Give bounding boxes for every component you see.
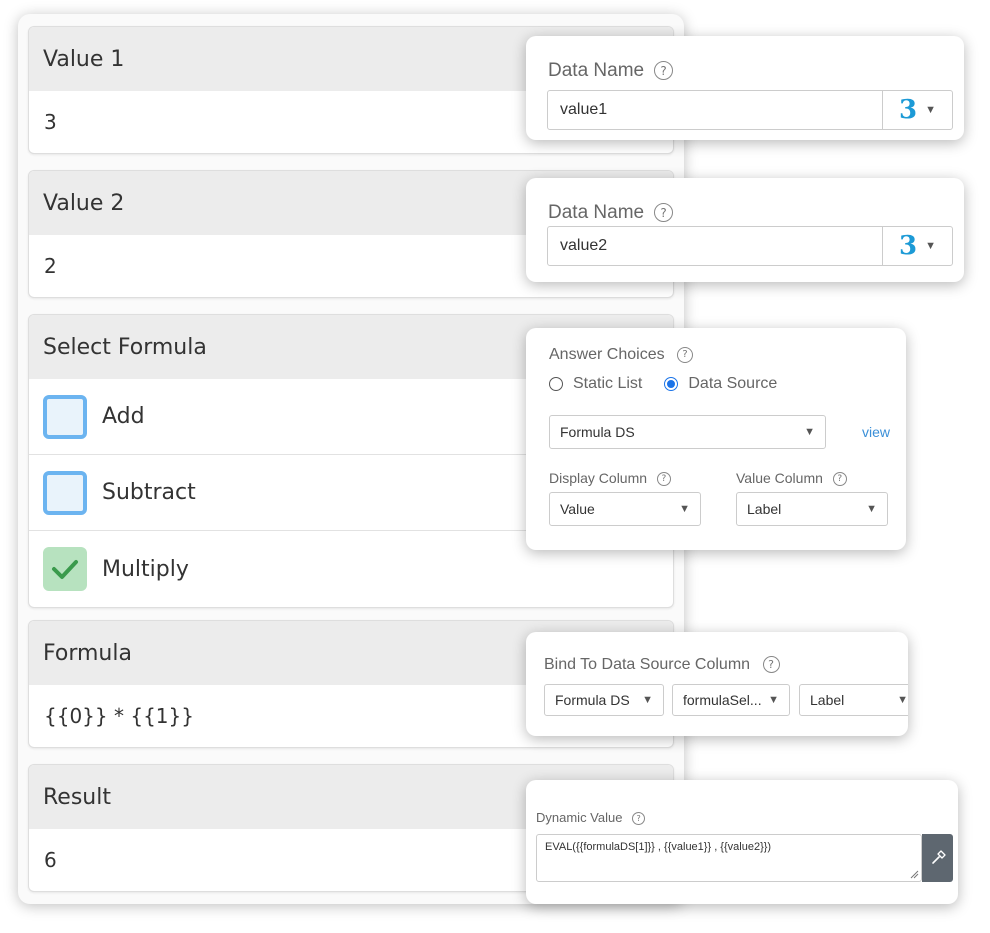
bind-datasource-label: Bind To Data Source Column bbox=[544, 656, 751, 673]
radio-data-source[interactable]: Data Source bbox=[664, 375, 777, 393]
check-icon bbox=[52, 560, 78, 579]
dynamic-value-textarea[interactable]: EVAL({{formulaDS[1]}} , {{value1}} , {{v… bbox=[536, 834, 922, 882]
display-column-label: Display Column bbox=[549, 470, 648, 486]
help-icon[interactable]: ? bbox=[654, 61, 674, 81]
bind-ds-select[interactable]: Formula DS ▼ bbox=[544, 684, 664, 716]
option-subtract-label: Subtract bbox=[102, 480, 196, 505]
display-column-value: Value bbox=[560, 501, 595, 517]
option-multiply-label: Multiply bbox=[102, 556, 189, 582]
value-column-label: Value Column bbox=[736, 470, 823, 486]
bind-ds-value: Formula DS bbox=[555, 692, 630, 708]
help-icon[interactable]: ? bbox=[632, 812, 646, 826]
radio-static-list[interactable]: Static List bbox=[549, 375, 642, 393]
variable-icon: 3 bbox=[899, 231, 918, 261]
chevron-down-icon: ▼ bbox=[866, 503, 877, 515]
expression-builder-button[interactable] bbox=[922, 834, 953, 882]
display-column-select[interactable]: Value ▼ bbox=[549, 492, 701, 526]
bind-column-value: Label bbox=[810, 692, 845, 708]
chevron-down-icon: ▼ bbox=[679, 503, 690, 515]
dynamic-value-panel: Dynamic Value ? EVAL({{formulaDS[1]}} , … bbox=[526, 780, 958, 904]
option-add-label: Add bbox=[102, 404, 145, 429]
datasource-select[interactable]: Formula DS ▼ bbox=[549, 415, 826, 449]
answer-choices-panel: Answer Choices ? Static List Data Source… bbox=[526, 328, 906, 550]
checkbox-subtract[interactable] bbox=[43, 470, 87, 515]
data-name-value-1[interactable]: value1 bbox=[548, 91, 882, 129]
help-icon[interactable]: ? bbox=[656, 472, 671, 487]
checkbox-multiply[interactable] bbox=[43, 547, 87, 591]
answer-choices-label: Answer Choices bbox=[549, 346, 665, 363]
chevron-down-icon: ▼ bbox=[925, 104, 936, 116]
data-name-field-1[interactable]: value1 3 ▼ bbox=[547, 90, 953, 130]
radio-static-list-label: Static List bbox=[573, 375, 643, 392]
dynamic-value-expression: EVAL({{formulaDS[1]}} , {{value1}} , {{v… bbox=[545, 841, 772, 853]
variable-icon: 3 bbox=[899, 95, 918, 125]
dynamic-value-label: Dynamic Value bbox=[536, 810, 623, 825]
data-name-picker-2[interactable]: 3 ▼ bbox=[882, 227, 952, 265]
datasource-select-value: Formula DS bbox=[560, 424, 635, 440]
data-name-picker-1[interactable]: 3 ▼ bbox=[882, 91, 952, 129]
help-icon[interactable]: ? bbox=[832, 472, 847, 487]
bind-field-value: formulaSel... bbox=[683, 692, 762, 708]
help-icon[interactable]: ? bbox=[654, 203, 674, 223]
chevron-down-icon: ▼ bbox=[642, 694, 653, 706]
source-type-radios: Static List Data Source bbox=[549, 375, 777, 393]
help-icon[interactable]: ? bbox=[762, 656, 780, 674]
radio-off-icon bbox=[549, 377, 563, 391]
radio-on-icon bbox=[664, 377, 679, 391]
view-link[interactable]: view bbox=[862, 424, 890, 440]
value-column-select[interactable]: Label ▼ bbox=[736, 492, 888, 526]
bind-datasource-panel: Bind To Data Source Column ? Formula DS … bbox=[526, 632, 908, 736]
value-column-value: Label bbox=[747, 501, 782, 517]
help-icon[interactable]: ? bbox=[677, 346, 694, 363]
chevron-down-icon: ▼ bbox=[768, 694, 779, 706]
data-name-label-2: Data Name bbox=[548, 202, 645, 223]
chevron-down-icon: ▼ bbox=[925, 240, 936, 252]
data-name-field-2[interactable]: value2 3 ▼ bbox=[547, 226, 953, 266]
radio-data-source-label: Data Source bbox=[688, 375, 778, 392]
data-name-panel-2: Data Name? value2 3 ▼ bbox=[526, 178, 964, 282]
resize-handle-icon[interactable] bbox=[910, 870, 919, 879]
data-name-panel-1: Data Name? value1 3 ▼ bbox=[526, 36, 964, 140]
data-name-label-1: Data Name bbox=[548, 60, 645, 81]
checkbox-add[interactable] bbox=[43, 394, 87, 439]
hammer-icon bbox=[931, 850, 946, 864]
chevron-down-icon: ▼ bbox=[804, 426, 815, 438]
data-name-value-2[interactable]: value2 bbox=[548, 227, 882, 265]
chevron-down-icon: ▼ bbox=[897, 694, 908, 706]
bind-column-select[interactable]: Label ▼ bbox=[799, 684, 908, 716]
bind-field-select[interactable]: formulaSel... ▼ bbox=[672, 684, 790, 716]
